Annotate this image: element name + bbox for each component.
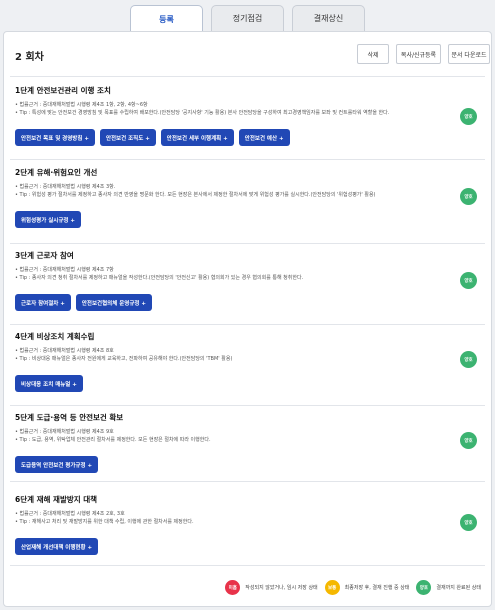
- legal-basis-text: • 법률근거 : 중대재해처벌법 시행령 제4조 7항: [15, 267, 114, 273]
- step-title: 3단계 근로자 참여: [15, 251, 74, 260]
- divider: [10, 159, 485, 160]
- tab-approval-request[interactable]: 결재상신: [292, 5, 365, 31]
- normal-badge: 보통: [324, 580, 340, 595]
- divider: [10, 481, 485, 482]
- round-title: 2 회차: [15, 52, 44, 63]
- tab-bar: 등록 정기점검 결재상신: [130, 5, 365, 32]
- legend-item-poor: 미흡 작성되지 않았거나, 임시 저장 상태: [225, 580, 318, 595]
- risk-assessment-rule-button[interactable]: 위험성평가 실시규정 +: [15, 211, 81, 228]
- legend-text: 작성되지 않았거나, 임시 저장 상태: [245, 585, 318, 591]
- step-section: 6단계 재해 재발방지 대책 • 법률근거 : 중대재해처벌법 시행령 제4조 …: [15, 494, 481, 555]
- tip-text: • Tip : 비상대응 매뉴얼은 종사자 전원에게 교육하고, 전파하여 공유…: [15, 356, 233, 362]
- divider: [10, 76, 485, 77]
- emergency-manual-button[interactable]: 비상대응 조치 매뉴얼 +: [15, 375, 83, 392]
- tip-text: • Tip : 재해사고 처리 및 재발방지를 위한 대책 수립, 이행에 관한…: [15, 519, 194, 525]
- safety-budget-button[interactable]: 안전보건 예산 +: [238, 129, 290, 146]
- step-section: 4단계 비상조치 계획수립 • 법률근거 : 중대재해처벌법 시행령 제4조 8…: [15, 331, 481, 392]
- tip-text: • Tip : 종사자 의견 청취 절차서를 제정하고 매뉴얼을 작성한다.(안…: [15, 275, 304, 281]
- step-section: 5단계 도급·용역 등 안전보건 확보 • 법률근거 : 중대재해처벌법 시행령…: [15, 412, 481, 473]
- panel-header: 2 회차 삭제 복사/신규등록 문서 다운로드: [13, 44, 490, 66]
- tip-text: • Tip : 특성에 맞는 안전보건 경영방침 및 목표를 수립하여 배포한다…: [15, 110, 390, 116]
- safety-org-chart-button[interactable]: 안전보건 조직도 +: [99, 129, 156, 146]
- divider: [10, 324, 485, 325]
- step-section: 2단계 유해·위험요인 개선 • 법률근거 : 중대재해처벌법 시행령 제4조 …: [15, 167, 481, 228]
- legend-item-good: 양호 결재까지 완료된 상태: [416, 580, 481, 595]
- step-title: 1단계 안전보건관리 이행 조치: [15, 86, 111, 95]
- legal-basis-text: • 법률근거 : 중대재해처벌법 시행령 제4조 1항, 2항, 4항~6항: [15, 102, 148, 108]
- poor-badge: 미흡: [225, 580, 241, 595]
- accident-prevention-button[interactable]: 산업재해 개선대책 이행현황 +: [15, 538, 99, 555]
- divider: [10, 405, 485, 406]
- safety-detail-plan-button[interactable]: 안전보건 세부 이행계획 +: [160, 129, 234, 146]
- legal-basis-text: • 법률근거 : 중대재해처벌법 시행령 제4조 9호: [15, 429, 114, 435]
- step-title: 5단계 도급·용역 등 안전보건 확보: [15, 413, 124, 422]
- legend-text: 결재까지 완료된 상태: [436, 585, 481, 591]
- status-badge: 양호: [460, 108, 477, 125]
- tip-text: • Tip : 도급, 용역, 위탁업체 안전관리 절차서를 제정한다. 모든 …: [15, 437, 211, 443]
- status-badge: 양호: [460, 432, 477, 449]
- legend-text: 최종저장 후, 결재 진행 중 상태: [344, 585, 410, 591]
- status-badge: 양호: [460, 272, 477, 289]
- copy-new-button[interactable]: 복사/신규등록: [396, 44, 441, 64]
- worker-participation-button[interactable]: 근로자 참여절차 +: [15, 294, 71, 311]
- tab-regular-inspection[interactable]: 정기점검: [211, 5, 284, 31]
- status-badge: 양호: [460, 514, 477, 531]
- legend-item-normal: 보통 최종저장 후, 결재 진행 중 상태: [324, 580, 410, 595]
- step-title: 2단계 유해·위험요인 개선: [15, 168, 98, 177]
- step-section: 3단계 근로자 참여 • 법률근거 : 중대재해처벌법 시행령 제4조 7항 •…: [15, 250, 481, 311]
- legal-basis-text: • 법률근거 : 중대재해처벌법 시행령 제4조 2호, 3호: [15, 511, 125, 517]
- step-title: 4단계 비상조치 계획수립: [15, 332, 95, 341]
- divider: [10, 243, 485, 244]
- status-badge: 양호: [460, 188, 477, 205]
- step-title: 6단계 재해 재발방지 대책: [15, 495, 98, 504]
- tab-register[interactable]: 등록: [130, 5, 203, 32]
- step-section: 1단계 안전보건관리 이행 조치 • 법률근거 : 중대재해처벌법 시행령 제4…: [15, 85, 481, 146]
- safety-council-rule-button[interactable]: 안전보건협의체 운영규정 +: [75, 294, 152, 311]
- main-panel: 2 회차 삭제 복사/신규등록 문서 다운로드 1단계 안전보건관리 이행 조치…: [3, 31, 492, 607]
- legal-basis-text: • 법률근거 : 중대재해처벌법 시행령 제4조 8호: [15, 348, 114, 354]
- status-legend: 미흡 작성되지 않았거나, 임시 저장 상태 보통 최종저장 후, 결재 진행 …: [225, 580, 481, 595]
- delete-button[interactable]: 삭제: [357, 44, 389, 64]
- document-download-button[interactable]: 문서 다운로드: [448, 44, 490, 64]
- good-badge: 양호: [416, 580, 432, 595]
- legal-basis-text: • 법률근거 : 중대재해처벌법 시행령 제4조 3항.: [15, 184, 116, 190]
- contractor-evaluation-button[interactable]: 도급용역 안전보건 평가규정 +: [15, 456, 99, 473]
- status-badge: 양호: [460, 351, 477, 368]
- divider: [10, 565, 485, 566]
- tip-text: • Tip : 위험성 평가 절차서를 제정하고 종사자 의견 반영을 명문화 …: [15, 192, 376, 198]
- safety-goal-policy-button[interactable]: 안전보건 목표 및 경영방침 +: [15, 129, 95, 146]
